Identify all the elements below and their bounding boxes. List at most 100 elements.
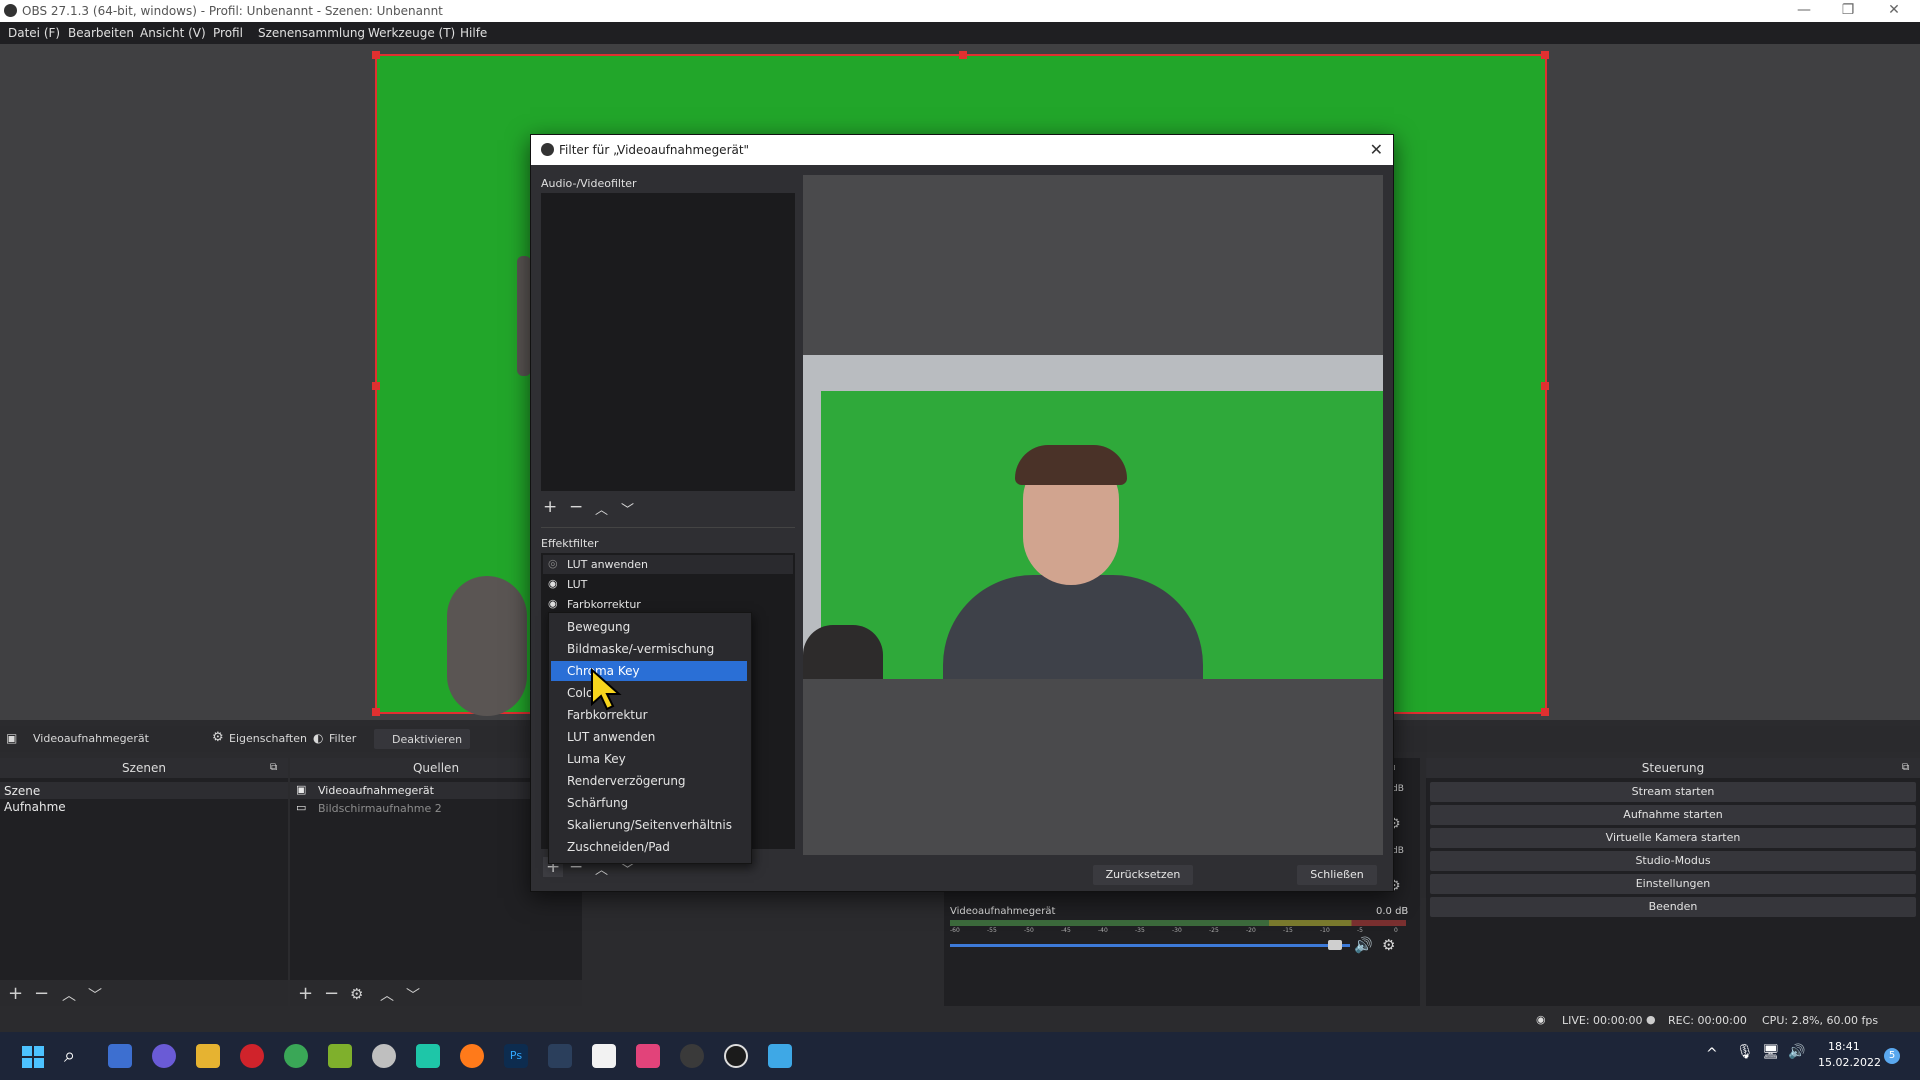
menu-item-renderverzoegerung[interactable]: Renderverzögerung bbox=[551, 771, 747, 791]
resize-handle[interactable] bbox=[959, 51, 967, 59]
studio-mode-button[interactable]: Studio-Modus bbox=[1430, 851, 1916, 871]
volume-slider-handle[interactable] bbox=[1328, 940, 1342, 950]
menu-file[interactable]: Datei (F) bbox=[8, 26, 60, 40]
task-view-icon[interactable] bbox=[108, 1044, 132, 1068]
notepad-icon[interactable] bbox=[768, 1044, 792, 1068]
menu-item-bildmaske[interactable]: Bildmaske/-vermischung bbox=[551, 639, 747, 659]
add-icon[interactable]: + bbox=[298, 983, 313, 1004]
volume-slider-track[interactable] bbox=[950, 944, 1350, 947]
exit-button[interactable]: Beenden bbox=[1430, 897, 1916, 917]
menu-item-luma-key[interactable]: Luma Key bbox=[551, 749, 747, 769]
close-button[interactable]: Schließen bbox=[1297, 865, 1377, 885]
file-explorer-icon[interactable] bbox=[196, 1044, 220, 1068]
notification-badge[interactable]: 5 bbox=[1884, 1048, 1900, 1064]
camera-icon: ▣ bbox=[296, 783, 307, 796]
microphone-icon[interactable]: 🎙 bbox=[1736, 1044, 1754, 1060]
resize-handle[interactable] bbox=[1541, 51, 1549, 59]
menu-item-bewegung[interactable]: Bewegung bbox=[551, 617, 747, 637]
move-up-icon[interactable]: ︿ bbox=[595, 499, 608, 518]
source-name: Videoaufnahmegerät bbox=[33, 732, 149, 745]
clock-date[interactable]: 15.02.2022 bbox=[1818, 1056, 1881, 1069]
menu-item-zuschneiden[interactable]: Zuschneiden/Pad bbox=[551, 837, 747, 857]
menu-item-color[interactable]: Color bbox=[551, 683, 747, 703]
menu-item-chroma-key[interactable]: Chroma Key bbox=[551, 661, 747, 681]
speaker-icon[interactable]: 🔊 bbox=[1354, 936, 1373, 954]
scene-item-label: Szene bbox=[4, 784, 41, 798]
close-window-button[interactable]: ✕ bbox=[1884, 2, 1904, 20]
effect-filter-item[interactable]: ◎ LUT anwenden bbox=[543, 555, 793, 574]
app-icon[interactable] bbox=[416, 1044, 440, 1068]
chevron-up-icon[interactable]: ^ bbox=[1706, 1046, 1718, 1062]
scene-item[interactable]: Aufnahme bbox=[4, 800, 66, 814]
resize-handle[interactable] bbox=[372, 382, 380, 390]
remove-icon[interactable]: − bbox=[34, 983, 49, 1004]
undock-icon[interactable]: ⧉ bbox=[270, 762, 277, 773]
eye-icon[interactable]: ◉ bbox=[548, 577, 562, 590]
chrome-icon[interactable] bbox=[284, 1044, 308, 1068]
obs-icon[interactable] bbox=[680, 1044, 704, 1068]
teams-chat-icon[interactable] bbox=[152, 1044, 176, 1068]
move-down-icon[interactable]: ﹀ bbox=[621, 499, 634, 518]
volume-meter bbox=[950, 920, 1406, 926]
search-icon[interactable]: ⌕ bbox=[64, 1043, 75, 1067]
resize-handle[interactable] bbox=[372, 708, 380, 716]
remove-icon[interactable]: − bbox=[324, 983, 339, 1004]
eye-icon[interactable]: ◉ bbox=[548, 597, 562, 610]
menu-item-lut-anwenden[interactable]: LUT anwenden bbox=[551, 727, 747, 747]
deactivate-button[interactable]: Deaktivieren bbox=[374, 729, 470, 749]
move-up-icon[interactable]: ︿ bbox=[62, 985, 76, 1005]
minimize-button[interactable]: — bbox=[1794, 2, 1814, 20]
menu-tools[interactable]: Werkzeuge (T) bbox=[368, 26, 455, 40]
remove-icon[interactable]: − bbox=[569, 497, 583, 517]
maximize-button[interactable]: ❐ bbox=[1838, 2, 1858, 20]
filter-button[interactable]: Filter bbox=[329, 732, 356, 745]
meter-ticks: -60 -55 -50 -45 -40 -35 -30 -25 -20 -15 … bbox=[950, 927, 1398, 934]
add-icon[interactable]: + bbox=[543, 497, 557, 517]
properties-button[interactable]: Eigenschaften bbox=[229, 732, 307, 745]
opera-icon[interactable] bbox=[240, 1044, 264, 1068]
photoshop-icon[interactable]: Ps bbox=[504, 1044, 528, 1068]
eye-hidden-icon[interactable]: ◎ bbox=[548, 557, 562, 570]
av-filter-list[interactable] bbox=[541, 193, 795, 491]
app-icon[interactable] bbox=[636, 1044, 660, 1068]
undock-icon[interactable]: ⧉ bbox=[1902, 762, 1909, 773]
resize-handle[interactable] bbox=[1541, 708, 1549, 716]
app-icon[interactable] bbox=[328, 1044, 352, 1068]
gear-icon[interactable]: ⚙ bbox=[1382, 936, 1395, 954]
start-stream-button[interactable]: Stream starten bbox=[1430, 782, 1916, 802]
speaker-icon[interactable]: 🔊 bbox=[1788, 1044, 1805, 1060]
app-icon[interactable] bbox=[548, 1044, 572, 1068]
menu-scene-collection[interactable]: Szenensammlung bbox=[258, 26, 365, 40]
reset-button[interactable]: Zurücksetzen bbox=[1093, 865, 1193, 885]
move-down-icon[interactable]: ﹀ bbox=[88, 985, 102, 1005]
menu-help[interactable]: Hilfe bbox=[460, 26, 487, 40]
menu-edit[interactable]: Bearbeiten bbox=[68, 26, 134, 40]
record-icon: ● bbox=[1646, 1013, 1656, 1026]
menu-item-skalierung[interactable]: Skalierung/Seitenverhältnis bbox=[551, 815, 747, 835]
resize-handle[interactable] bbox=[1541, 382, 1549, 390]
resize-handle[interactable] bbox=[372, 51, 380, 59]
move-up-icon[interactable]: ︿ bbox=[380, 985, 394, 1005]
clock-time[interactable]: 18:41 bbox=[1828, 1040, 1860, 1053]
mouse-cursor-icon bbox=[591, 668, 622, 711]
windows-start-icon[interactable] bbox=[22, 1046, 44, 1068]
move-down-icon[interactable]: ﹀ bbox=[406, 985, 420, 1005]
gear-icon[interactable]: ⚙ bbox=[350, 985, 363, 1003]
add-icon[interactable]: + bbox=[8, 983, 23, 1004]
firefox-icon[interactable] bbox=[460, 1044, 484, 1068]
close-icon[interactable]: ✕ bbox=[1370, 140, 1383, 159]
network-icon[interactable]: 🖥 bbox=[1762, 1044, 1780, 1060]
effect-filter-item[interactable]: ◉ LUT bbox=[543, 575, 793, 594]
menu-item-schaerfung[interactable]: Schärfung bbox=[551, 793, 747, 813]
start-virtual-camera-button[interactable]: Virtuelle Kamera starten bbox=[1430, 828, 1916, 848]
scene-item[interactable]: Szene bbox=[0, 782, 288, 799]
app-icon[interactable] bbox=[724, 1044, 748, 1068]
app-icon[interactable] bbox=[372, 1044, 396, 1068]
start-recording-button[interactable]: Aufnahme starten bbox=[1430, 805, 1916, 825]
menu-profile[interactable]: Profil bbox=[213, 26, 243, 40]
menu-view[interactable]: Ansicht (V) bbox=[140, 26, 206, 40]
menu-bar: Datei (F) Bearbeiten Ansicht (V) Profil … bbox=[0, 22, 1920, 44]
menu-item-farbkorrektur[interactable]: Farbkorrektur bbox=[551, 705, 747, 725]
settings-button[interactable]: Einstellungen bbox=[1430, 874, 1916, 894]
cricut-icon[interactable] bbox=[592, 1044, 616, 1068]
